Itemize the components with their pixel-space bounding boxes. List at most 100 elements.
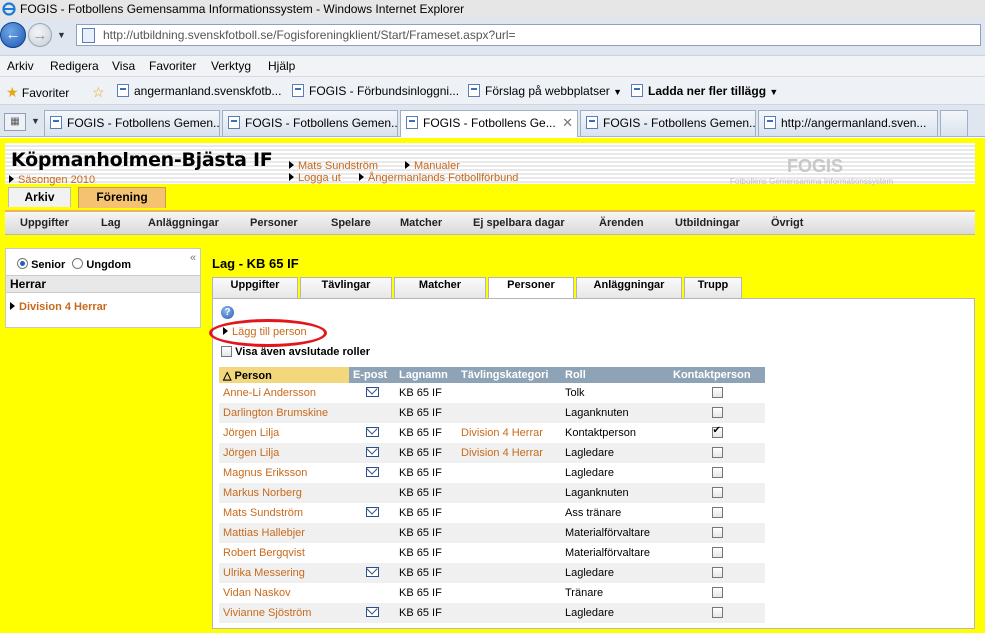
email-icon[interactable] [365, 507, 379, 517]
nav-lag[interactable]: Lag [101, 217, 121, 229]
favorite-angermanland[interactable]: angermanland.svenskfotb... [117, 84, 281, 98]
nav-arenden[interactable]: Ärenden [599, 217, 644, 229]
person-name-link[interactable]: Mattias Hallebjer [219, 523, 349, 543]
email-icon[interactable] [365, 427, 379, 437]
senior-radio[interactable] [17, 258, 28, 269]
person-name-link[interactable]: Anne-Li Andersson [219, 383, 349, 403]
contact-person-checkbox[interactable] [711, 467, 723, 478]
collapse-panel-icon[interactable]: « [190, 252, 196, 264]
back-button[interactable]: ← [0, 22, 26, 48]
menu-bar: Arkiv Redigera Visa Favoriter Verktyg Hj… [0, 56, 985, 77]
contact-person-checkbox[interactable] [711, 527, 723, 538]
email-icon[interactable] [365, 567, 379, 577]
column-tavlingskategori[interactable]: Tävlingskategori [457, 367, 561, 383]
column-roll[interactable]: Roll [561, 367, 669, 383]
close-tab-icon[interactable]: ✕ [562, 111, 573, 135]
tab-personer[interactable]: Personer [488, 277, 574, 300]
browser-tab-5[interactable]: http://angermanland.sven... [758, 110, 938, 136]
contact-person-checkbox[interactable] [711, 567, 723, 578]
contact-person-checkbox[interactable] [711, 607, 723, 618]
new-tab-button[interactable] [940, 110, 968, 136]
menu-redigera[interactable]: Redigera [50, 59, 99, 73]
contact-person-checkbox[interactable] [711, 407, 723, 418]
browser-tab-3-active[interactable]: FOGIS - Fotbollens Ge... ✕ [400, 110, 578, 137]
person-name-link[interactable]: Ulrika Messering [219, 563, 349, 583]
favorites-button[interactable]: ★ Favoriter [6, 84, 69, 101]
person-name-link[interactable]: Vivianne Sjöström [219, 603, 349, 623]
email-icon[interactable] [365, 447, 379, 457]
person-name-link[interactable]: Jörgen Lilja [219, 423, 349, 443]
role: Lagledare [565, 467, 614, 479]
menu-arkiv[interactable]: Arkiv [7, 59, 34, 73]
contact-person-checkbox[interactable] [711, 447, 723, 458]
column-kontaktperson[interactable]: Kontaktperson [669, 367, 765, 383]
forward-button[interactable]: → [28, 23, 52, 47]
email-icon[interactable] [365, 607, 379, 617]
contact-person-checkbox[interactable] [711, 587, 723, 598]
nav-ovrigt[interactable]: Övrigt [771, 217, 803, 229]
tab-anlaggningar[interactable]: Anläggningar [576, 277, 682, 299]
address-input[interactable]: http://utbildning.svenskfotboll.se/Fogis… [76, 24, 981, 46]
division-link[interactable]: Division 4 Herrar [10, 301, 107, 313]
contact-person-checkbox[interactable] [711, 387, 723, 398]
nav-matcher[interactable]: Matcher [400, 217, 442, 229]
person-name-link[interactable]: Darlington Brumskine [219, 403, 349, 423]
nav-anlaggningar[interactable]: Anläggningar [148, 217, 219, 229]
competition-category-link[interactable]: Division 4 Herrar [457, 443, 561, 463]
nav-personer[interactable]: Personer [250, 217, 298, 229]
contact-person-checkbox[interactable] [711, 425, 723, 438]
column-epost[interactable]: E-post [349, 367, 395, 383]
competition-category-link[interactable]: Division 4 Herrar [457, 423, 561, 443]
manuals-link[interactable]: Manualer [405, 160, 460, 172]
history-dropdown-icon[interactable]: ▼ [57, 30, 66, 40]
show-ended-roles-checkbox[interactable] [221, 346, 232, 357]
person-name-link[interactable]: Mats Sundström [219, 503, 349, 523]
module-tab-arkiv[interactable]: Arkiv [8, 187, 71, 207]
contact-person-checkbox[interactable] [711, 507, 723, 518]
browser-tab-1[interactable]: FOGIS - Fotbollens Gemen... [44, 110, 220, 136]
federation-link[interactable]: Ångermanlands Fotbollförbund [359, 172, 518, 184]
nav-utbildningar[interactable]: Utbildningar [675, 217, 740, 229]
nav-spelare[interactable]: Spelare [331, 217, 371, 229]
logout-link[interactable]: Logga ut [289, 172, 341, 184]
tab-uppgifter[interactable]: Uppgifter [212, 277, 298, 299]
ungdom-radio[interactable] [72, 258, 84, 269]
season-link[interactable]: Säsongen 2010 [9, 174, 95, 186]
column-person[interactable]: △ Person [219, 367, 349, 383]
email-cell [349, 563, 395, 583]
user-link[interactable]: Mats Sundström [289, 160, 378, 172]
add-person-link[interactable]: Lägg till person [223, 326, 307, 338]
tab-tavlingar[interactable]: Tävlingar [300, 277, 392, 299]
tab-list-dropdown-icon[interactable]: ▼ [31, 116, 40, 126]
person-name-link[interactable]: Jörgen Lilja [219, 443, 349, 463]
browser-tab-2[interactable]: FOGIS - Fotbollens Gemen... [222, 110, 398, 136]
get-more-addons[interactable]: Ladda ner fler tillägg ▼ [631, 84, 778, 98]
menu-visa[interactable]: Visa [112, 59, 135, 73]
quick-tabs-icon[interactable]: ▦ [4, 113, 26, 131]
menu-favoriter[interactable]: Favoriter [149, 59, 196, 73]
contact-person-checkbox[interactable] [711, 547, 723, 558]
ie-logo-icon [2, 2, 16, 16]
person-name-link[interactable]: Markus Norberg [219, 483, 349, 503]
suggested-sites[interactable]: Förslag på webbplatser ▼ [468, 84, 622, 98]
menu-verktyg[interactable]: Verktyg [211, 59, 251, 73]
tab-trupp[interactable]: Trupp [684, 277, 742, 299]
add-favorite-icon[interactable]: ☆ [92, 84, 105, 101]
favorite-fogis-login[interactable]: FOGIS - Förbundsinloggni... [292, 84, 459, 98]
contact-person-checkbox[interactable] [711, 487, 723, 498]
tab-matcher[interactable]: Matcher [394, 277, 486, 299]
help-icon[interactable]: ? [221, 306, 234, 319]
team-name: KB 65 IF [399, 387, 442, 399]
email-icon[interactable] [365, 387, 379, 397]
person-name-link[interactable]: Robert Bergqvist [219, 543, 349, 563]
module-tab-forening[interactable]: Förening [78, 187, 166, 208]
menu-hjalp[interactable]: Hjälp [268, 59, 295, 73]
club-name: Köpmanholmen-Bjästa IF [11, 149, 273, 171]
person-name-link[interactable]: Vidan Naskov [219, 583, 349, 603]
email-icon[interactable] [365, 467, 379, 477]
nav-ej-spelbara-dagar[interactable]: Ej spelbara dagar [473, 217, 565, 229]
nav-uppgifter[interactable]: Uppgifter [20, 217, 69, 229]
column-lagnamn[interactable]: Lagnamn [395, 367, 457, 383]
browser-tab-4[interactable]: FOGIS - Fotbollens Gemen... [580, 110, 756, 136]
person-name-link[interactable]: Magnus Eriksson [219, 463, 349, 483]
